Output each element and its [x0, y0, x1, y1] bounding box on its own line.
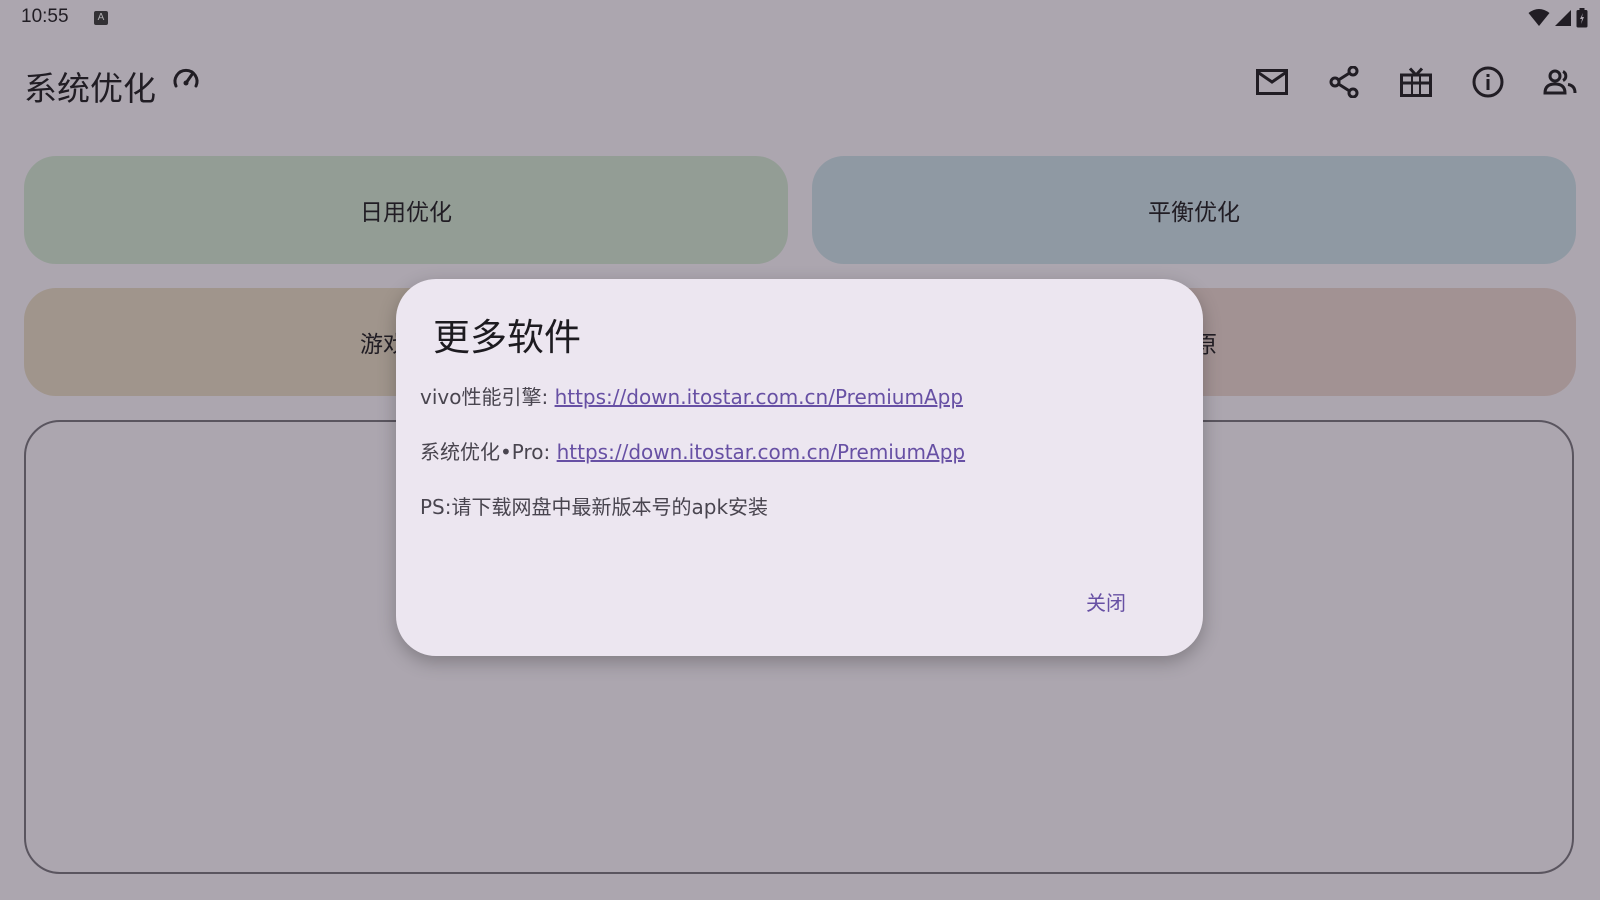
vivo-engine-label: vivo性能引擎:: [420, 385, 555, 409]
pro-link[interactable]: https://down.itostar.com.cn/PremiumApp: [557, 440, 965, 464]
dialog-line-vivo: vivo性能引擎: https://down.itostar.com.cn/Pr…: [420, 381, 963, 410]
dialog-note: PS:请下载网盘中最新版本号的apk安装: [420, 495, 769, 519]
dialog-title: 更多软件: [433, 316, 581, 359]
dialog-line-pro: 系统优化•Pro: https://down.itostar.com.cn/Pr…: [420, 436, 965, 465]
pro-label: 系统优化•Pro:: [420, 440, 557, 464]
more-software-dialog: 更多软件 vivo性能引擎: https://down.itostar.com.…: [396, 279, 1203, 656]
vivo-engine-link[interactable]: https://down.itostar.com.cn/PremiumApp: [555, 385, 963, 409]
close-button[interactable]: 关闭: [1086, 587, 1126, 616]
